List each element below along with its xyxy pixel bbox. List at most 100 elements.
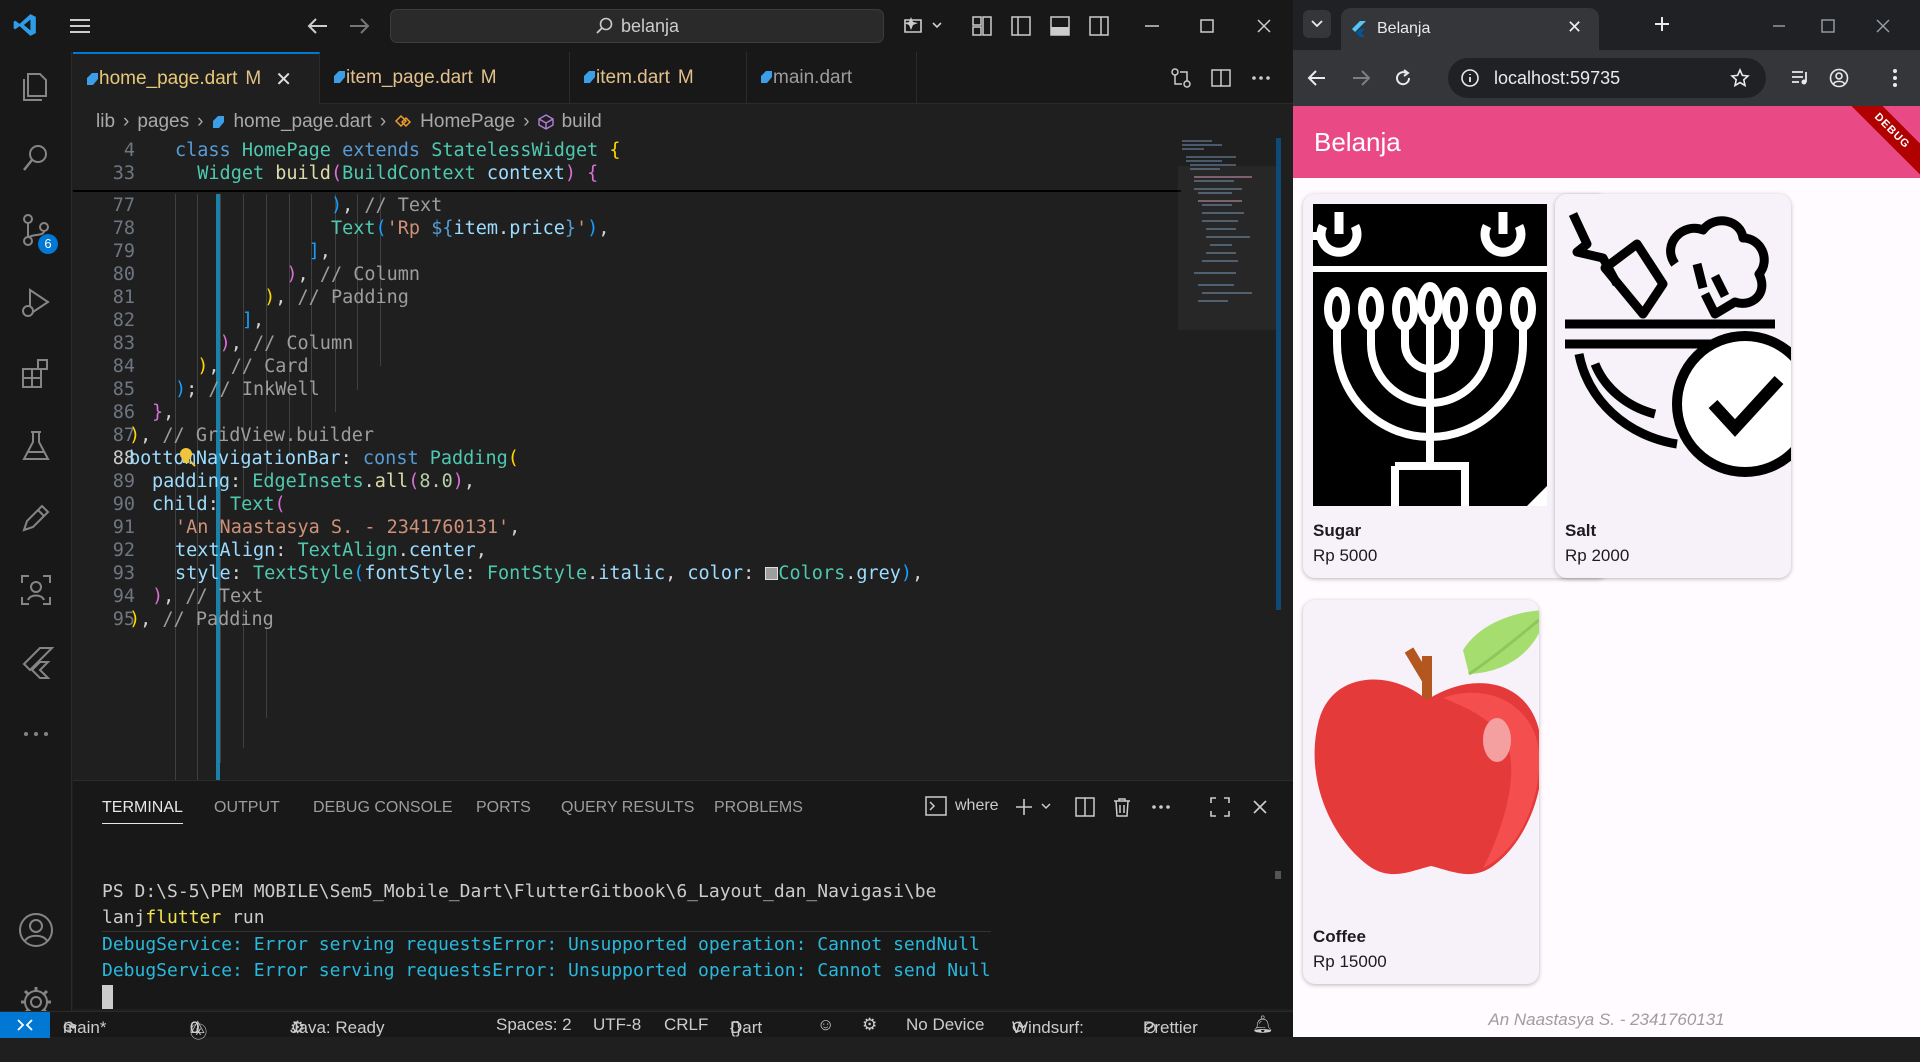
forward-arrow-icon[interactable] [1349, 66, 1373, 90]
maximize-icon[interactable] [1816, 14, 1840, 38]
tab-ports[interactable]: PORTS [476, 799, 531, 817]
browser-menu-icon[interactable] [1883, 66, 1907, 90]
profile-icon[interactable] [1827, 66, 1851, 90]
tab-output[interactable]: OUTPUT [214, 799, 280, 817]
trash-icon[interactable] [1110, 795, 1134, 819]
lightbulb-icon[interactable] [177, 446, 197, 468]
toggle-sidebar-icon[interactable] [1009, 14, 1033, 38]
account-icon[interactable] [18, 912, 54, 948]
code-editor[interactable]: 76 77 78 79 80 81 82 83 84 85 86 87 88 8… [73, 138, 1181, 780]
testing-flask-icon[interactable] [18, 428, 54, 464]
item-card[interactable]: Salt Rp 2000 [1555, 194, 1791, 578]
line-number: 85 [112, 379, 135, 400]
explorer-icon[interactable] [18, 68, 54, 104]
device-status[interactable]: No Device [906, 1015, 984, 1035]
split-terminal-icon[interactable] [1073, 795, 1097, 819]
tab-query-results[interactable]: QUERY RESULTS [561, 799, 694, 817]
copilot-icon[interactable] [900, 12, 946, 40]
tab-item[interactable]: item.dart M [570, 52, 747, 104]
tab-search-icon[interactable] [1303, 10, 1331, 38]
tab-terminal[interactable]: TERMINAL [102, 799, 183, 824]
compare-changes-icon[interactable] [1169, 66, 1193, 90]
item-price: Rp 15000 [1313, 952, 1387, 971]
tab-main[interactable]: main.dart [747, 52, 917, 104]
new-terminal-icon[interactable] [1013, 795, 1057, 819]
breadcrumb-item[interactable]: build [562, 111, 602, 133]
chevron-right-icon: › [523, 111, 530, 132]
line-number: 95 [112, 609, 135, 630]
terminal-shell-selector[interactable]: where [925, 796, 999, 816]
forward-arrow-icon[interactable] [346, 14, 372, 38]
breadcrumb-item[interactable]: HomePage [420, 111, 515, 133]
editor-scrollbar[interactable] [1276, 138, 1281, 610]
minimap[interactable] [1178, 136, 1278, 336]
method-symbol-icon [537, 114, 554, 130]
maximize-panel-icon[interactable] [1208, 795, 1232, 819]
terminal-icon [925, 796, 947, 816]
tab-label: main.dart [773, 67, 853, 88]
terminal-line: DebugService: Error serving requestsErro… [102, 960, 991, 981]
customize-layout-icon[interactable] [970, 14, 994, 38]
command-search[interactable]: belanja [390, 9, 884, 43]
bookmark-star-icon[interactable] [1728, 66, 1752, 90]
address-bar[interactable]: localhost:59735 [1448, 58, 1766, 98]
back-arrow-icon[interactable] [305, 14, 331, 38]
title-bar: belanja [0, 0, 1293, 52]
flutter-icon[interactable] [18, 644, 54, 680]
close-icon[interactable] [1252, 14, 1276, 38]
code-line: ); // InkWell [175, 379, 320, 400]
search-icon[interactable] [18, 140, 54, 176]
edit-pen-icon[interactable] [18, 500, 54, 536]
line-number: 33 [112, 163, 135, 184]
tab-item-page[interactable]: item_page.dart M [320, 52, 570, 104]
split-editor-icon[interactable] [1209, 66, 1233, 90]
tab-debug-console[interactable]: DEBUG CONSOLE [313, 799, 453, 817]
more-icon[interactable] [18, 716, 54, 752]
minimize-icon[interactable] [1140, 14, 1164, 38]
run-debug-icon[interactable] [18, 284, 54, 320]
breadcrumb-item[interactable]: lib [96, 111, 115, 133]
item-name: Coffee [1313, 927, 1366, 946]
notifications-bell-icon[interactable]: 🔔︎ [1252, 1015, 1274, 1035]
eol-status[interactable]: CRLF [664, 1015, 708, 1035]
reload-icon[interactable] [1391, 66, 1415, 90]
source-control-icon[interactable]: 6 [18, 212, 58, 254]
code-line: ), // Text [330, 195, 443, 216]
close-tab-icon[interactable]: ✕ [1567, 17, 1582, 38]
close-icon[interactable] [1871, 14, 1895, 38]
terminal-scrollbar[interactable] [1275, 871, 1281, 879]
more-actions-icon[interactable] [1149, 795, 1173, 819]
java-status-text: Java: Ready [290, 1018, 385, 1037]
new-tab-icon[interactable] [1650, 12, 1674, 36]
copilot-status-icon[interactable]: ☺ [817, 1015, 834, 1035]
remote-explorer-icon[interactable] [18, 572, 54, 608]
maximize-icon[interactable] [1195, 14, 1219, 38]
media-controls-icon[interactable] [1789, 66, 1813, 90]
toggle-secondary-sidebar-icon[interactable] [1087, 14, 1111, 38]
tab-close-icon[interactable]: ✕ [275, 67, 292, 92]
close-panel-icon[interactable] [1248, 795, 1272, 819]
more-actions-icon[interactable] [1249, 66, 1273, 90]
tab-home-page[interactable]: home_page.dart M ✕ [73, 52, 320, 104]
remote-indicator[interactable] [0, 1012, 50, 1038]
indentation-status[interactable]: Spaces: 2 [496, 1015, 572, 1035]
breadcrumb-item[interactable]: pages [137, 111, 189, 133]
encoding-status[interactable]: UTF-8 [593, 1015, 641, 1035]
line-number: 4 [123, 140, 135, 161]
breadcrumb-item[interactable]: home_page.dart [233, 111, 371, 133]
extensions-icon[interactable] [18, 356, 54, 392]
item-card[interactable]: Coffee Rp 15000 [1303, 600, 1539, 984]
menu-icon[interactable] [67, 14, 93, 38]
debug-banner: DEBUG [1841, 106, 1920, 182]
app-bar: Belanja DEBUG [1293, 106, 1920, 182]
flutter-favicon-icon [1352, 21, 1366, 37]
minimize-icon[interactable] [1767, 14, 1791, 38]
browser-tab[interactable]: Belanja ✕ [1341, 8, 1599, 50]
line-number: 92 [112, 540, 135, 561]
sticky-scroll-header[interactable]: 4 33 class HomePage extends StatelessWid… [73, 138, 1181, 192]
flutter-status-icon[interactable]: ⚙ [862, 1015, 877, 1035]
toggle-panel-icon[interactable] [1048, 14, 1072, 38]
tab-problems[interactable]: PROBLEMS [714, 799, 803, 817]
back-arrow-icon[interactable] [1305, 66, 1329, 90]
tab-label: item.dart [596, 67, 670, 88]
